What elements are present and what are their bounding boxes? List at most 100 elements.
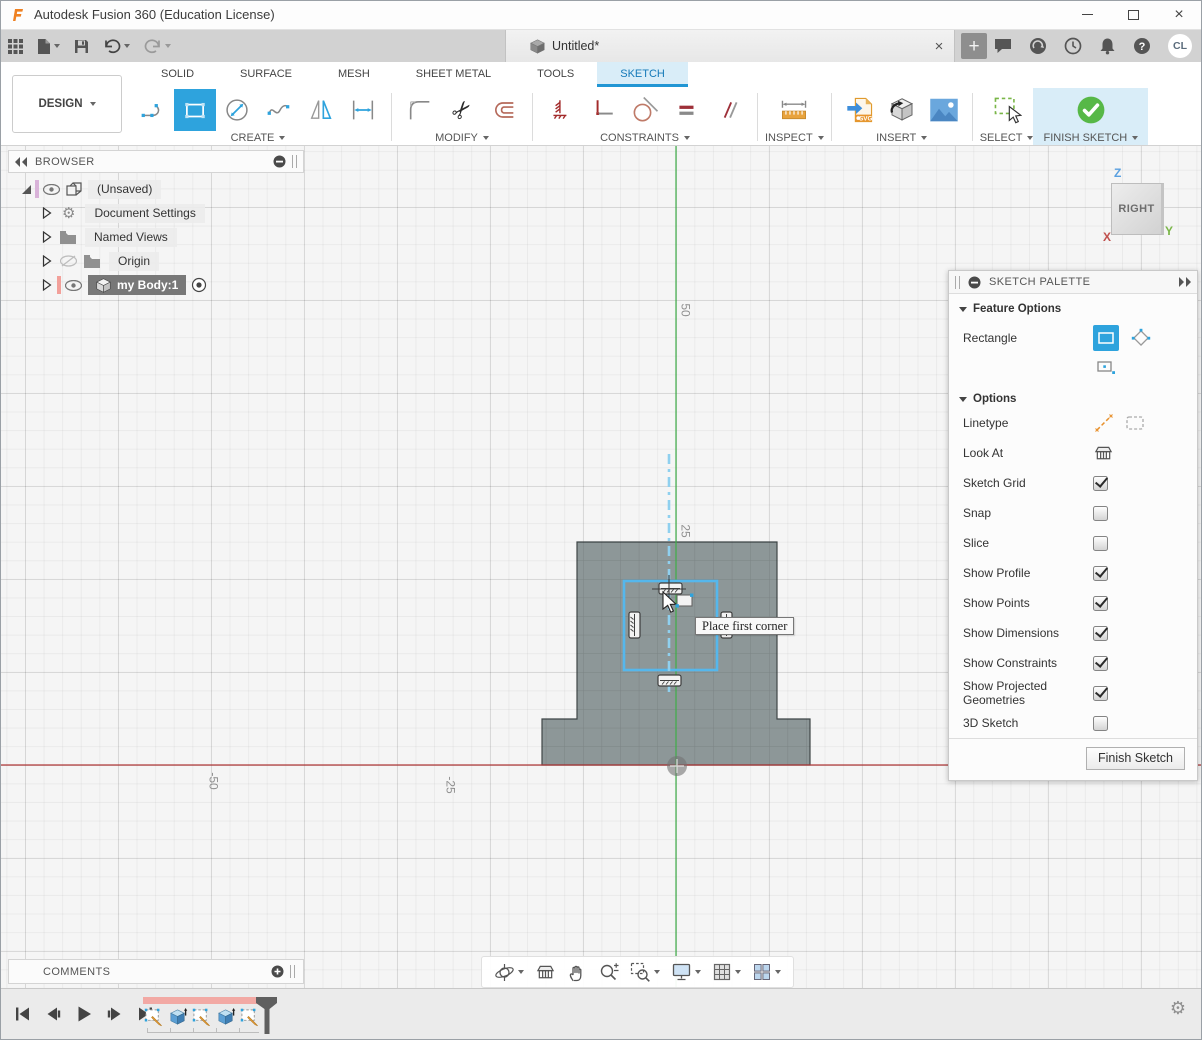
circle-tool-button[interactable] <box>216 89 258 131</box>
trim-tool-button[interactable]: ✂ <box>441 89 483 131</box>
tangent-constraint-button[interactable] <box>624 89 666 131</box>
add-comment-icon[interactable] <box>271 965 284 978</box>
step-forward-button[interactable] <box>103 1002 127 1026</box>
two-point-rectangle-button[interactable] <box>1093 325 1119 351</box>
fit-button[interactable] <box>627 957 663 987</box>
timeline-settings-gear-icon[interactable]: ⚙ <box>1170 1000 1186 1018</box>
timeline-extrude-feature[interactable] <box>215 1006 237 1028</box>
show-dimensions-checkbox[interactable] <box>1093 626 1108 641</box>
save-button[interactable] <box>74 39 89 54</box>
help-icon[interactable]: ? <box>1133 37 1151 55</box>
origin-point[interactable] <box>667 756 687 776</box>
activate-radio-icon[interactable] <box>191 277 207 293</box>
app-grid-menu-button[interactable] <box>8 39 23 54</box>
sketch-palette-header[interactable]: SKETCH PALETTE <box>949 271 1197 294</box>
new-tab-button[interactable]: + <box>961 33 987 59</box>
insert-svg-button[interactable]: SVG <box>839 89 881 131</box>
rectangle-tool-button[interactable] <box>174 89 216 131</box>
spline-tool-button[interactable] <box>258 89 300 131</box>
undo-button[interactable] <box>103 38 130 54</box>
body-item[interactable]: my Body:1 <box>88 275 186 295</box>
step-back-button[interactable] <box>41 1002 65 1026</box>
eye-icon[interactable] <box>65 280 82 291</box>
comments-icon[interactable] <box>994 38 1012 54</box>
tab-solid[interactable]: SOLID <box>138 62 217 87</box>
slice-checkbox[interactable] <box>1093 536 1108 551</box>
snap-checkbox[interactable] <box>1093 506 1108 521</box>
document-tab-close-icon[interactable]: × <box>930 37 948 55</box>
insert-image-button[interactable] <box>923 89 965 131</box>
fit-caret[interactable] <box>654 970 660 974</box>
dimension-tool-button[interactable] <box>342 89 384 131</box>
collapse-panel-icon[interactable] <box>15 157 27 167</box>
extensions-icon[interactable] <box>1029 37 1047 55</box>
timeline-sketch-feature[interactable] <box>191 1006 213 1028</box>
tree-item-origin[interactable]: Origin <box>8 249 304 273</box>
fillet-tool-button[interactable] <box>399 89 441 131</box>
notifications-bell-icon[interactable] <box>1099 37 1116 55</box>
offset-tool-button[interactable] <box>483 89 525 131</box>
select-dropdown[interactable]: SELECT <box>980 131 1034 145</box>
show-constraints-checkbox[interactable] <box>1093 656 1108 671</box>
modify-dropdown[interactable]: MODIFY <box>435 131 489 145</box>
comments-panel[interactable]: COMMENTS <box>8 959 304 984</box>
timeline-sketch-feature[interactable] <box>143 1006 165 1028</box>
timeline-position-marker[interactable] <box>255 996 279 1036</box>
tree-item-named-views[interactable]: Named Views <box>8 225 304 249</box>
tree-item-body[interactable]: my Body:1 <box>8 273 304 297</box>
eye-hidden-icon[interactable] <box>60 255 77 268</box>
expanded-arrow-icon[interactable] <box>22 185 31 194</box>
redo-button[interactable] <box>144 38 171 54</box>
finish-sketch-palette-button[interactable]: Finish Sketch <box>1086 747 1185 770</box>
select-tool-button[interactable] <box>986 89 1028 131</box>
insert-dropdown[interactable]: INSERT <box>876 131 927 145</box>
three-point-rectangle-button[interactable] <box>1128 325 1154 351</box>
expand-panel-icon[interactable] <box>1179 277 1191 287</box>
document-name[interactable]: (Unsaved) <box>88 180 161 199</box>
look-at-button[interactable] <box>1093 444 1114 463</box>
tab-surface[interactable]: SURFACE <box>217 62 315 87</box>
insert-mesh-button[interactable] <box>881 89 923 131</box>
constraint-glyph-left[interactable] <box>629 612 640 638</box>
document-settings-label[interactable]: Document Settings <box>85 204 204 223</box>
fixed-constraint-button[interactable] <box>540 89 582 131</box>
grid-snaps-button[interactable] <box>709 957 744 987</box>
measure-tool-button[interactable] <box>773 89 815 131</box>
eye-icon[interactable] <box>43 184 60 195</box>
viewcube-face-right[interactable]: RIGHT <box>1111 183 1164 235</box>
panel-grip[interactable] <box>955 276 960 289</box>
close-button[interactable]: × <box>1156 0 1202 29</box>
constraints-dropdown[interactable]: CONSTRAINTS <box>600 131 690 145</box>
job-status-clock-icon[interactable] <box>1064 37 1082 55</box>
panel-grip[interactable] <box>290 965 295 978</box>
construction-linetype-button[interactable] <box>1093 412 1115 434</box>
display-settings-caret[interactable] <box>695 970 701 974</box>
browser-header[interactable]: BROWSER <box>8 150 304 173</box>
finish-sketch-dropdown[interactable]: FINISH SKETCH <box>1043 131 1138 145</box>
inspect-dropdown[interactable]: INSPECT <box>765 131 824 145</box>
sketch-grid-checkbox[interactable] <box>1093 476 1108 491</box>
view-cube[interactable]: Z RIGHT X Y <box>1103 166 1189 252</box>
tree-item-document-settings[interactable]: ⚙ Document Settings <box>8 201 304 225</box>
finish-sketch-button[interactable] <box>1070 89 1112 131</box>
orbit-button[interactable] <box>491 957 527 987</box>
grid-snaps-caret[interactable] <box>735 970 741 974</box>
panel-minimize-icon[interactable] <box>968 276 981 289</box>
collapsed-arrow-icon[interactable] <box>42 207 52 219</box>
workspace-selector[interactable]: DESIGN <box>12 75 122 133</box>
tree-item-document[interactable]: (Unsaved) <box>8 177 304 201</box>
named-views-label[interactable]: Named Views <box>85 228 177 247</box>
options-section[interactable]: Options <box>949 384 1197 408</box>
collapsed-arrow-icon[interactable] <box>42 255 52 267</box>
line-tool-button[interactable] <box>132 89 174 131</box>
display-settings-button[interactable] <box>668 957 704 987</box>
tab-sheet-metal[interactable]: SHEET METAL <box>393 62 514 87</box>
show-projected-geometries-checkbox[interactable] <box>1093 686 1108 701</box>
center-rectangle-button[interactable] <box>1093 354 1119 380</box>
timeline-rollback-bar[interactable] <box>143 997 261 1004</box>
show-profile-checkbox[interactable] <box>1093 566 1108 581</box>
tab-tools[interactable]: TOOLS <box>514 62 597 87</box>
collapsed-arrow-icon[interactable] <box>42 231 52 243</box>
feature-options-section[interactable]: Feature Options <box>949 294 1197 318</box>
constraint-glyph-bottom[interactable] <box>658 675 681 686</box>
